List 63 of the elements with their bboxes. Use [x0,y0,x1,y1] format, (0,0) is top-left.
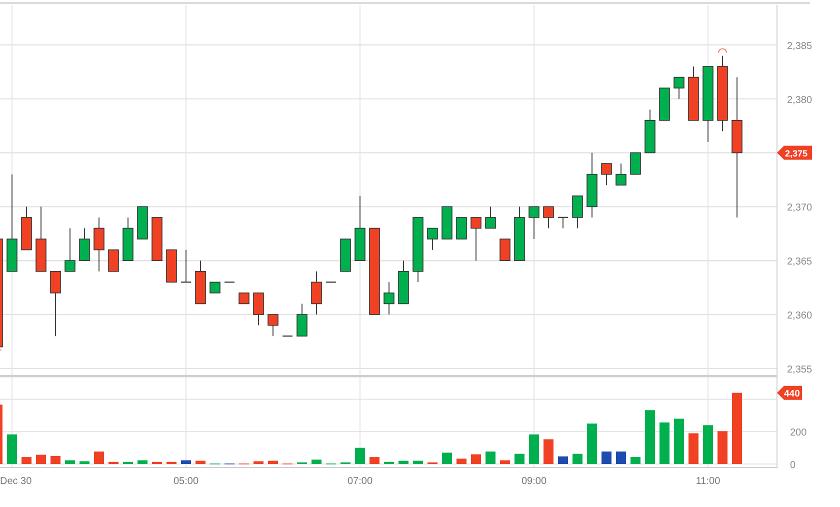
candlestick [137,206,148,240]
candlestick [558,216,568,229]
axis-label: 2,370 [787,202,812,214]
candlestick [94,216,104,272]
candlestick [398,260,409,304]
candlestick [50,270,61,337]
candlestick [659,88,670,121]
candlestick [688,66,699,121]
candlestick [238,292,250,304]
candlestick [586,152,598,218]
axis-label: 11:00 [696,476,720,487]
candlestick [181,249,191,283]
axis-label: 2,355 [787,364,812,376]
candlestick [326,282,336,283]
candlestick [166,249,177,283]
candlestick [64,228,76,272]
axis-label: 2,385 [787,40,812,52]
axis-label: 2,365 [787,256,812,268]
candlestick [79,228,90,262]
candlestick [108,249,119,272]
axis-label: Dec 30 [0,476,32,487]
candlestick [282,336,292,337]
axis-label: 09:00 [521,476,547,487]
candlestick [514,206,525,262]
candlestick [296,303,308,337]
axis-label: 05:00 [173,476,199,487]
candlestick [456,216,467,240]
candlestick [528,206,540,240]
candlestick [644,109,656,154]
candlestick [427,228,438,250]
candlestick [543,206,554,229]
candlestick [442,206,452,240]
candlestick [384,282,394,316]
high-marker-icon [718,48,727,54]
axis-label: 2,380 [787,94,812,106]
axis-label: 0 [790,460,796,471]
candlestick [210,282,220,294]
axis-label: 07:00 [347,476,373,487]
candlestick [36,206,46,272]
candlestick [354,195,366,262]
axis-label: 200 [790,428,807,439]
candlestick [572,195,583,229]
candlestick [500,238,510,262]
volume-tag: 440 [777,386,802,400]
candlestick [412,216,424,283]
candlestick [224,282,234,283]
candlestick [630,152,641,175]
axis-label: 2,360 [787,310,812,322]
candlestick [122,216,134,262]
candlestick [253,292,264,326]
low-marker-icon [0,349,2,350]
candlestick [340,238,351,272]
candlestick [195,260,206,304]
candlestick [311,270,322,316]
candlestick [152,216,162,262]
candlestick [601,163,612,186]
candlestick [674,76,684,100]
candlestick [470,216,482,262]
price-tag: 2,375 [777,146,812,160]
candlestick [616,163,626,186]
candlestick [268,314,278,337]
candlestick [21,206,32,250]
candlestick [485,206,496,229]
